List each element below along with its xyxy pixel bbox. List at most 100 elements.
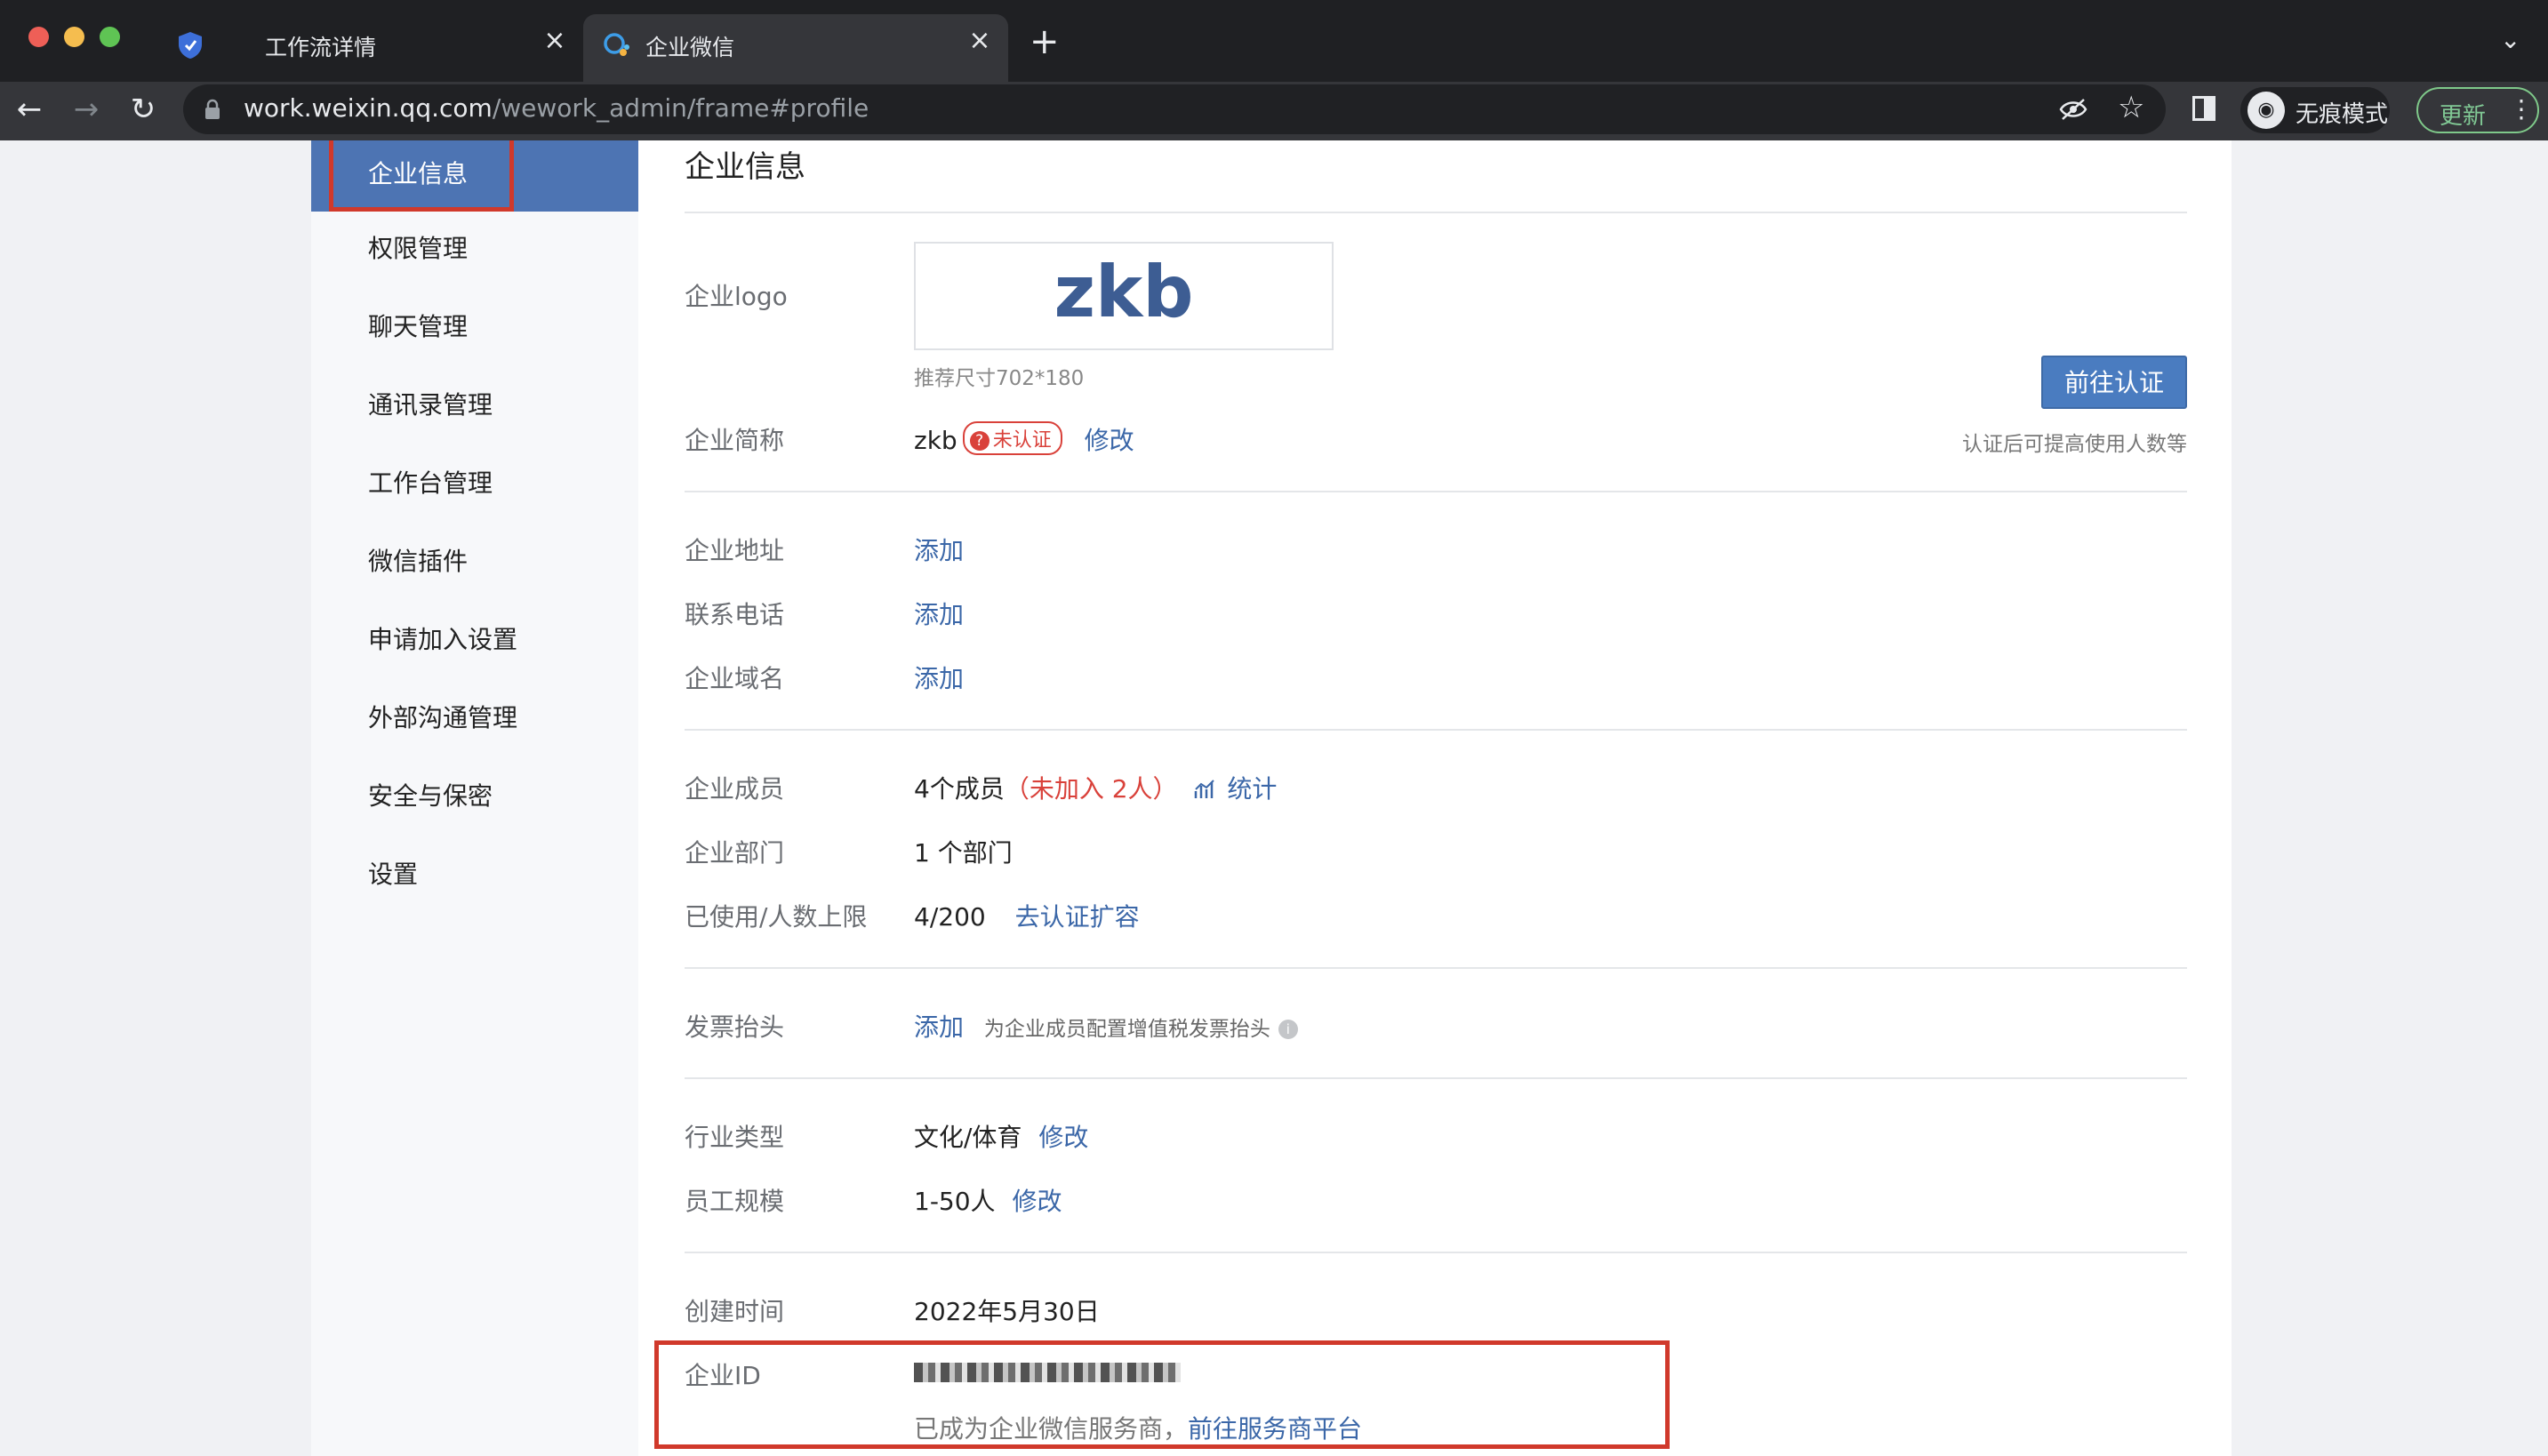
usage-value: 4/200 [914, 902, 986, 932]
divider [685, 729, 2187, 731]
url-host: work.weixin.qq.com [244, 93, 493, 123]
sidebar-item-chat[interactable]: 聊天管理 [311, 290, 638, 361]
usage-label: 已使用/人数上限 [685, 902, 868, 932]
bookmark-star-icon[interactable]: ☆ [2118, 90, 2144, 125]
question-icon: ? [969, 431, 990, 451]
sidebar-item-contacts[interactable]: 通讯录管理 [311, 368, 638, 439]
logo-text: zkb [1054, 251, 1194, 333]
domain-label: 企业域名 [685, 664, 785, 693]
add-phone-link[interactable]: 添加 [914, 596, 964, 631]
members-row: 4个成员（未加入 2人） 统计 [914, 770, 1277, 805]
address-label: 企业地址 [685, 536, 785, 565]
forward-arrow-icon[interactable]: → [64, 87, 108, 132]
sidebar-item-wechat-plugin[interactable]: 微信插件 [311, 524, 638, 596]
company-logo[interactable]: zkb [914, 242, 1334, 350]
add-address-link[interactable]: 添加 [914, 532, 964, 567]
sidebar-item-label: 工作台管理 [368, 468, 493, 498]
divider [685, 1077, 2187, 1079]
tab-label: 工作流详情 [265, 35, 377, 60]
tab-bar: 工作流详情 × 企业微信 × + ⌄ [0, 0, 2548, 82]
annotation-box-sidebar [329, 140, 514, 212]
scale-value: 1-50人 [914, 1187, 996, 1216]
annotation-box-corp-id [654, 1340, 1670, 1449]
divider [685, 491, 2187, 492]
invoice-row: 添加 为企业成员配置增值税发票抬头 i [914, 1008, 1298, 1044]
industry-row: 文化/体育 修改 [914, 1118, 1088, 1154]
sidebar-item-permissions[interactable]: 权限管理 [311, 212, 638, 283]
sidebar-item-label: 设置 [368, 860, 419, 889]
add-domain-link[interactable]: 添加 [914, 660, 964, 695]
tab-list-chevron-icon[interactable]: ⌄ [2500, 25, 2520, 54]
incognito-icon: ◉ [2248, 92, 2285, 129]
page: 企业信息 权限管理 聊天管理 通讯录管理 工作台管理 微信插件 申请加入设置 外… [0, 140, 2548, 1456]
eye-off-icon[interactable] [2059, 97, 2087, 122]
close-tab-icon[interactable]: × [537, 25, 573, 56]
sidebar-item-security[interactable]: 安全与保密 [311, 759, 638, 830]
reload-icon[interactable]: ↻ [121, 87, 165, 132]
sidebar-item-label: 申请加入设置 [368, 625, 518, 654]
side-panel-icon[interactable] [2192, 96, 2215, 121]
departments-label: 企业部门 [685, 838, 785, 868]
badge-label: 未认证 [992, 429, 1052, 452]
sidebar-item-join-settings[interactable]: 申请加入设置 [311, 603, 638, 674]
sidebar-item-settings[interactable]: 设置 [311, 837, 638, 908]
industry-value: 文化/体育 [914, 1123, 1022, 1152]
divider [685, 212, 2187, 213]
verify-expand-link[interactable]: 去认证扩容 [1015, 902, 1140, 932]
invoice-hint: 为企业成员配置增值税发票抬头 [983, 1018, 1270, 1041]
edit-industry-link[interactable]: 修改 [1038, 1123, 1088, 1152]
stats-label: 统计 [1227, 774, 1278, 804]
lock-icon [205, 99, 220, 119]
browser-chrome: 工作流详情 × 企业微信 × + ⌄ ← → ↻ work.weixin.qq.… [0, 0, 2548, 140]
sidebar-item-external[interactable]: 外部沟通管理 [311, 681, 638, 752]
main-panel: 企业信息 企业logo zkb 推荐尺寸702*180 前往认证 认证后可提高使… [638, 140, 2232, 1456]
tab-label: 企业微信 [645, 35, 735, 60]
invoice-label: 发票抬头 [685, 1012, 785, 1042]
sidebar-item-label: 聊天管理 [368, 312, 469, 341]
verify-hint: 认证后可提高使用人数等 [1962, 433, 2187, 456]
back-arrow-icon[interactable]: ← [7, 87, 52, 132]
sidebar-item-label: 外部沟通管理 [368, 703, 518, 732]
wework-icon [604, 33, 629, 56]
phone-label: 联系电话 [685, 600, 785, 629]
divider [685, 1252, 2187, 1253]
industry-label: 行业类型 [685, 1123, 785, 1152]
sidebar-item-label: 权限管理 [368, 234, 469, 263]
stats-link[interactable]: 统计 [1194, 774, 1277, 804]
go-verify-button[interactable]: 前往认证 [2041, 356, 2187, 409]
close-tab-icon[interactable]: × [962, 25, 998, 56]
created-value: 2022年5月30日 [914, 1297, 1100, 1326]
created-label: 创建时间 [685, 1297, 785, 1326]
update-label: 更新 [2440, 103, 2487, 130]
incognito-indicator[interactable]: ◉ 无痕模式 [2240, 87, 2390, 133]
members-label: 企业成员 [685, 774, 785, 804]
chart-icon [1195, 780, 1215, 798]
members-count: 4个成员 [914, 774, 1005, 804]
url-path: /wework_admin/frame#profile [492, 93, 869, 123]
unverified-badge: ? 未认证 [962, 421, 1062, 455]
not-joined-count: （未加入 2人） [1004, 774, 1178, 804]
scale-row: 1-50人 修改 [914, 1182, 1062, 1218]
update-button[interactable]: 更新 ⋮ [2416, 87, 2539, 133]
browser-toolbar: ← → ↻ work.weixin.qq.com/wework_admin/fr… [0, 82, 2548, 140]
sidebar-item-workbench[interactable]: 工作台管理 [311, 446, 638, 517]
tab-wework[interactable]: 企业微信 × [583, 14, 1008, 82]
page-title: 企业信息 [685, 149, 805, 185]
more-vert-icon[interactable]: ⋮ [2509, 94, 2534, 124]
logo-size-hint: 推荐尺寸702*180 [914, 367, 1085, 390]
add-invoice-link[interactable]: 添加 [914, 1012, 964, 1042]
close-window-button[interactable] [28, 27, 49, 47]
minimize-window-button[interactable] [64, 27, 84, 47]
edit-scale-link[interactable]: 修改 [1012, 1187, 1062, 1216]
divider [685, 967, 2187, 969]
shield-icon [179, 32, 202, 59]
sidebar-item-label: 安全与保密 [368, 781, 493, 811]
tab-workflow[interactable]: 工作流详情 × [156, 14, 574, 82]
new-tab-button[interactable]: + [1030, 21, 1060, 62]
logo-label: 企业logo [685, 282, 788, 311]
address-bar[interactable]: work.weixin.qq.com/wework_admin/frame#pr… [183, 84, 2166, 134]
short-name-row: zkb? 未认证 修改 [914, 421, 1134, 457]
edit-short-name-link[interactable]: 修改 [1085, 426, 1134, 455]
zoom-window-button[interactable] [100, 27, 120, 47]
info-icon[interactable]: i [1278, 1020, 1298, 1039]
